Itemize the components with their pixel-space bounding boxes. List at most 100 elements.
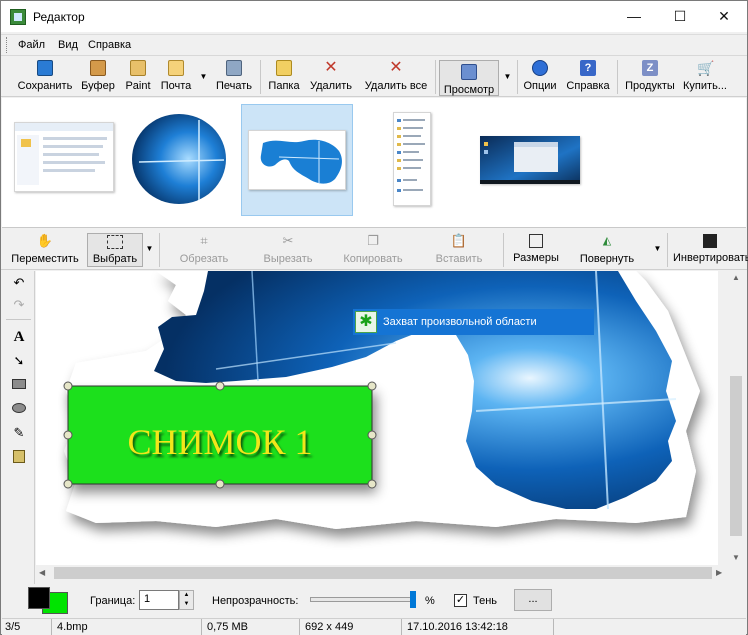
redo-icon[interactable]: ↷ [11, 297, 27, 313]
paint-icon [130, 60, 146, 76]
border-width-input[interactable]: 1 [139, 590, 179, 610]
thumbnail-3-selected[interactable] [248, 130, 346, 190]
stamp-tool-icon[interactable] [11, 449, 27, 465]
view-button[interactable]: Просмотр [439, 60, 499, 96]
options-button[interactable]: Опции [521, 60, 559, 96]
tools-divider [6, 319, 31, 320]
scroll-right-arrow[interactable]: ▶ [716, 568, 722, 577]
arrow-tool-icon[interactable]: ➘ [11, 353, 27, 369]
horizontal-scrollbar[interactable]: ◀ ▶ [36, 565, 728, 581]
resize-icon [529, 234, 543, 248]
vertical-scrollbar[interactable]: ▲ ▼ [728, 271, 745, 579]
status-filesize: 0,75 МВ [204, 619, 300, 635]
rotate-dropdown-arrow[interactable]: ▼ [652, 234, 663, 264]
menu-grip [6, 37, 8, 53]
menu-help[interactable]: Справка [88, 39, 131, 51]
opacity-slider-track[interactable] [310, 597, 415, 602]
mail-dropdown-arrow[interactable]: ▼ [198, 62, 209, 92]
delete-all-button[interactable]: ✕ Удалить все [362, 60, 430, 96]
thumbnail-4-image [394, 113, 430, 205]
thumbnail-3-image [249, 131, 345, 189]
title-bar[interactable]: Редактор — ☐ ✕ [1, 1, 747, 32]
folder-button[interactable]: Папка [266, 60, 302, 96]
copy-button[interactable]: ❐ Копировать [339, 233, 407, 267]
print-icon [226, 60, 242, 76]
undo-icon[interactable]: ↶ [11, 275, 27, 291]
pencil-tool-icon[interactable]: ✎ [11, 425, 27, 441]
toolbar-separator [517, 60, 518, 94]
menu-file[interactable]: Файл [18, 39, 45, 51]
vertical-scroll-thumb[interactable] [730, 376, 742, 536]
scissors-icon: ✂ [282, 233, 294, 248]
crop-icon: ⌗ [200, 233, 208, 248]
paint-button[interactable]: Paint [122, 60, 154, 96]
tooltip-text: Захват произвольной области [383, 316, 537, 328]
scroll-down-arrow[interactable]: ▼ [732, 553, 740, 562]
print-button[interactable]: Печать [213, 60, 255, 96]
save-button[interactable]: Сохранить [15, 60, 75, 96]
delete-icon: ✕ [324, 59, 338, 76]
toolbar-separator [435, 60, 436, 94]
help-button[interactable]: ? Справка [564, 60, 612, 96]
status-dimensions: 692 x 449 [302, 619, 402, 635]
horizontal-scroll-thumb[interactable] [54, 567, 712, 579]
delete-button[interactable]: ✕ Удалить [308, 60, 354, 96]
scroll-left-arrow[interactable]: ◀ [39, 568, 45, 577]
thumbnail-4[interactable] [393, 112, 431, 206]
menu-view[interactable]: Вид [58, 39, 78, 51]
rectangle-tool-icon[interactable] [11, 377, 27, 393]
editor-window: Редактор — ☐ ✕ Файл Вид Справка Сохранит… [0, 0, 748, 635]
move-button[interactable]: ✋ Переместить [9, 233, 81, 267]
more-options-button[interactable]: ... [514, 589, 552, 611]
menu-bar: Файл Вид Справка [1, 34, 747, 54]
select-dropdown-arrow[interactable]: ▼ [144, 234, 155, 264]
buy-button[interactable]: 🛒 Купить... [683, 60, 727, 96]
minimize-button[interactable]: — [611, 1, 657, 32]
invert-button[interactable]: Инвертировать [673, 233, 748, 267]
shadow-label: Тень [473, 595, 498, 607]
thumbnail-2[interactable] [129, 112, 229, 206]
crop-button[interactable]: ⌗ Обрезать [175, 233, 233, 267]
close-button[interactable]: ✕ [701, 1, 747, 32]
drawing-options-bar: Граница: 1 ▲ ▼ Непрозрачность: % ✓ Тень .… [2, 584, 746, 616]
rotate-button[interactable]: ◭ Повернуть [575, 233, 639, 267]
select-button[interactable]: Выбрать [87, 233, 143, 267]
thumbnail-strip [2, 98, 746, 228]
percent-label: % [425, 595, 435, 607]
marquee-icon [107, 235, 123, 249]
help-icon: ? [580, 60, 596, 76]
shadow-checkbox[interactable]: ✓ [454, 594, 467, 607]
thumbnail-5[interactable] [480, 136, 580, 184]
thumbnail-1[interactable] [14, 122, 114, 192]
border-label: Граница: [90, 595, 136, 607]
toolbar-separator [503, 233, 504, 267]
gear-icon [532, 60, 548, 76]
hand-icon: ✋ [36, 233, 54, 248]
border-width-spinner[interactable]: ▲ ▼ [179, 590, 194, 610]
maximize-button[interactable]: ☐ [657, 1, 703, 32]
paste-icon: 📋 [450, 233, 468, 248]
foreground-color-swatch[interactable] [28, 587, 50, 609]
products-button[interactable]: Z Продукты [621, 60, 679, 96]
thumbnail-5-image [480, 136, 580, 184]
app-icon [10, 9, 26, 25]
toolbar-separator [617, 60, 618, 94]
mail-button[interactable]: Почта [158, 60, 194, 96]
freeform-capture-icon: ✱ [355, 311, 377, 333]
save-icon [37, 60, 53, 76]
status-bar: 3/5 4.bmp 0,75 МВ 692 x 449 17.10.2016 1… [2, 618, 746, 635]
scroll-up-arrow[interactable]: ▲ [732, 273, 740, 282]
opacity-slider-thumb[interactable] [410, 591, 416, 608]
text-tool-icon[interactable]: A [11, 329, 27, 345]
clipboard-button[interactable]: Буфер [79, 60, 117, 96]
cut-button[interactable]: ✂ Вырезать [259, 233, 317, 267]
image-canvas[interactable]: СНИМОК 1 ✱ Захват произвольной области [36, 271, 718, 565]
resize-button[interactable]: Размеры [507, 233, 565, 267]
folder-icon [276, 60, 292, 76]
paste-button[interactable]: 📋 Вставить [431, 233, 487, 267]
view-dropdown-arrow[interactable]: ▼ [502, 62, 513, 92]
view-grid-icon [461, 64, 477, 80]
thumbnail-1-image [15, 123, 113, 191]
ellipse-tool-icon[interactable] [11, 401, 27, 417]
delete-all-icon: ✕ [389, 59, 403, 76]
